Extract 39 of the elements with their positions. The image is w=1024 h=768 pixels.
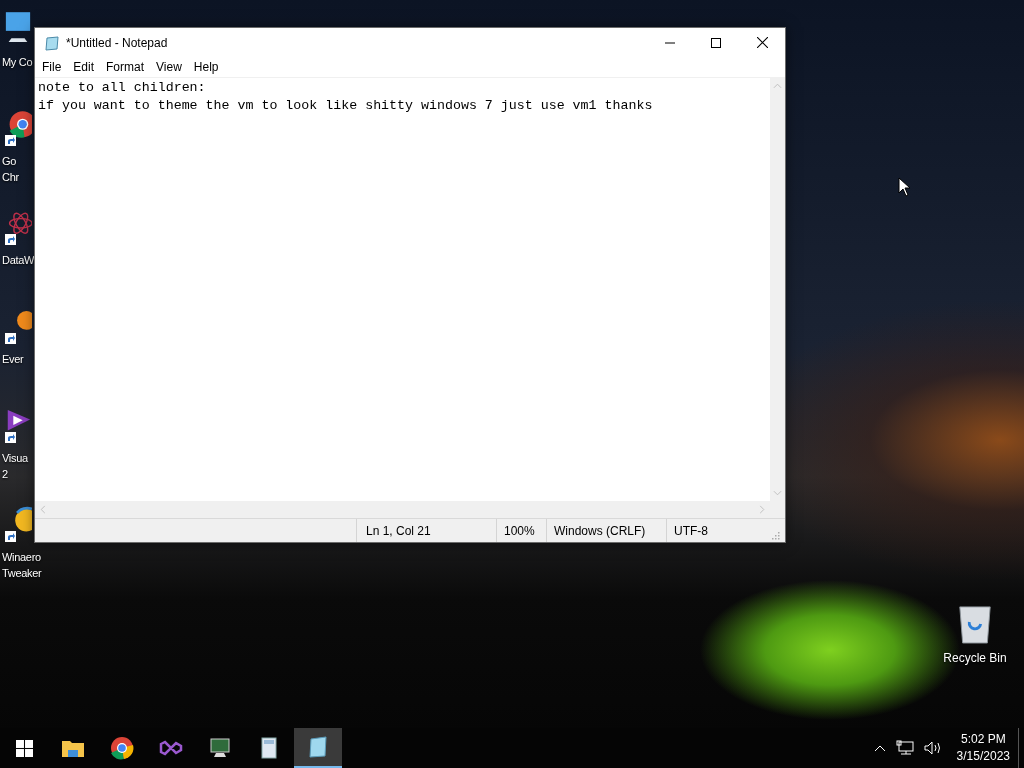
icon-label: My Co [2, 55, 33, 70]
menu-item[interactable]: Edit [67, 58, 101, 76]
icon-label: Winaero [2, 550, 41, 565]
text-line: note to all children: [38, 79, 207, 97]
windows-logo-icon [15, 739, 33, 757]
icon-label: DataW [2, 253, 35, 268]
icon-label: Recycle Bin [943, 651, 1007, 665]
window-title: *Untitled - Notepad [66, 35, 169, 50]
icon-label: Chr [2, 170, 19, 185]
status-text: Ln 1, Col 21 [356, 519, 496, 542]
time-text: 5:02 PM [960, 731, 1006, 748]
text-line: if you want to theme the vm to look like shitty windows 7 just use vm1 thanks [38, 97, 654, 115]
notepad-taskbar-button[interactable] [294, 728, 342, 768]
maximize-icon [711, 37, 721, 48]
text-area[interactable]: note to all children: if you want to theme the vm to look like shitty windows 7 just use vm1 thanks [35, 78, 770, 501]
network-icon[interactable] [895, 740, 914, 756]
date-text: 3/15/2023 [956, 748, 1010, 765]
resize-grip-icon[interactable] [770, 529, 780, 540]
notepad-icon [44, 34, 60, 51]
status-text: Windows (CRLF) [546, 519, 666, 542]
icon-label: Go [2, 154, 17, 169]
chevron-up-icon[interactable] [873, 744, 886, 752]
menu-item[interactable]: Format [100, 58, 151, 76]
speaker-icon[interactable] [923, 740, 942, 756]
menu-item[interactable]: View [150, 58, 188, 76]
close-icon [756, 37, 768, 48]
monitor-icon [208, 736, 232, 760]
icon-label: Visua [2, 451, 28, 466]
notepad-icon [306, 735, 330, 759]
menu-item[interactable]: File [36, 58, 68, 76]
icon-label: Ever [2, 352, 24, 367]
clock[interactable]: 5:02 PM 3/15/2023 [956, 731, 1010, 765]
icon-label: 2 [2, 467, 8, 482]
status-text: 100% [496, 519, 546, 542]
mouse-pointer-icon [898, 177, 910, 197]
status-text: UTF-8 [666, 519, 770, 542]
browser-icon [110, 736, 134, 760]
menu-item[interactable]: Help [187, 58, 225, 76]
icon-label: Tweaker [2, 566, 42, 581]
